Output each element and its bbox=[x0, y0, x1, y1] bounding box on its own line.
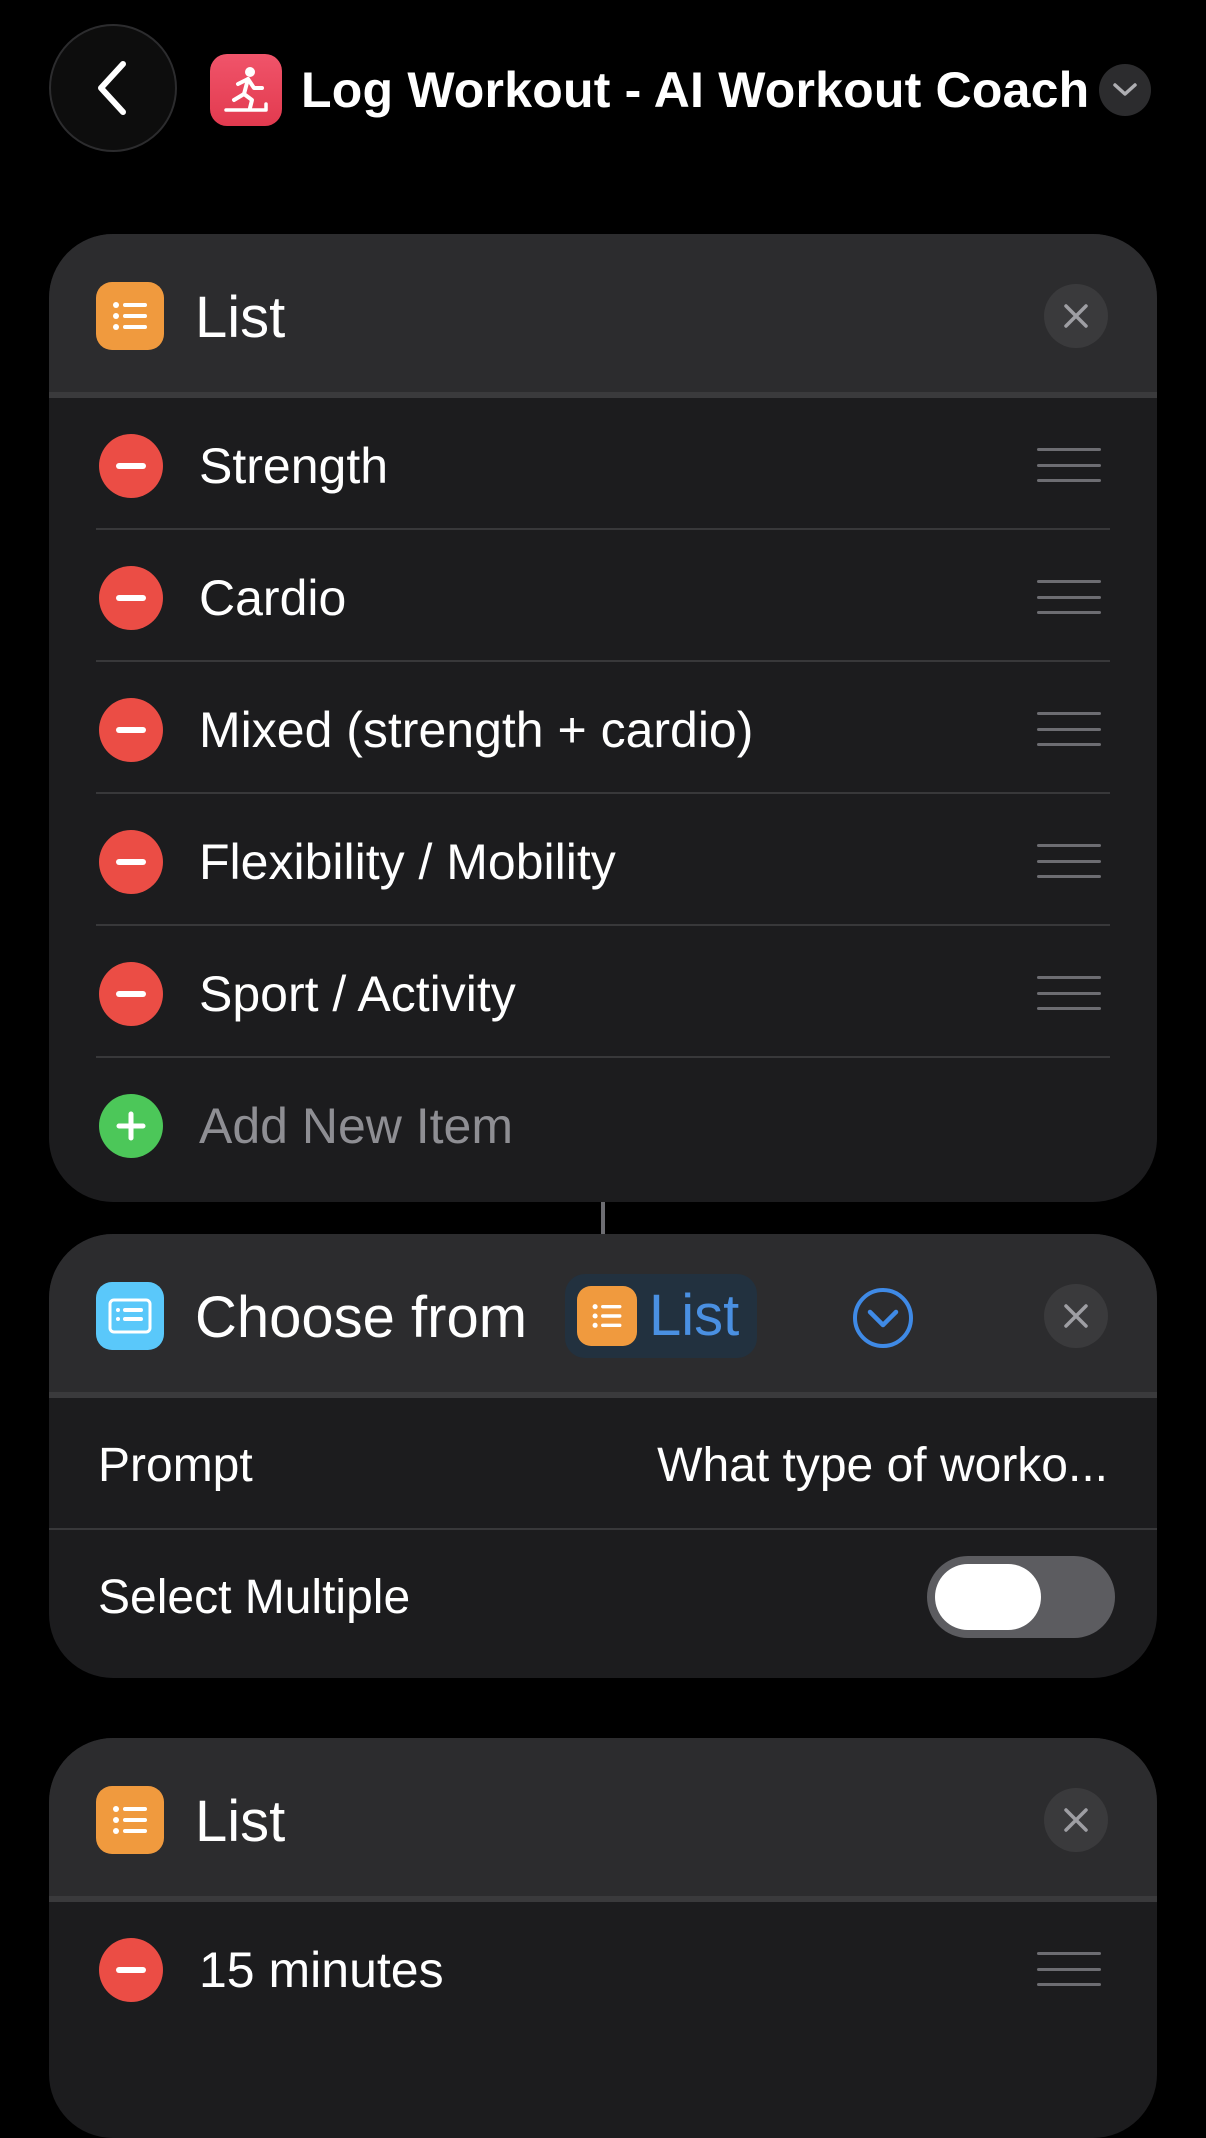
plus-icon bbox=[116, 1111, 146, 1141]
drag-handle-icon[interactable] bbox=[1037, 448, 1101, 482]
minus-icon bbox=[116, 859, 146, 865]
close-icon bbox=[1064, 304, 1088, 328]
prompt-label: Prompt bbox=[98, 1439, 253, 1492]
add-item-button[interactable] bbox=[99, 1094, 163, 1158]
list-variable-token[interactable]: List bbox=[565, 1274, 758, 1358]
list-icon bbox=[96, 282, 164, 350]
chevron-down-icon bbox=[1113, 83, 1137, 96]
list-action-card: List Strength Cardio Mixed (strength + c… bbox=[49, 234, 1157, 1202]
remove-item-button[interactable] bbox=[99, 698, 163, 762]
list-item: Sport / Activity bbox=[49, 926, 1157, 1058]
list-action-title: List bbox=[195, 1789, 286, 1854]
minus-icon bbox=[116, 1967, 146, 1973]
list-item: Cardio bbox=[49, 530, 1157, 662]
list-action-header: List bbox=[49, 234, 1157, 398]
close-icon bbox=[1064, 1808, 1088, 1832]
prompt-row[interactable]: Prompt What type of worko... bbox=[49, 1398, 1157, 1530]
choose-from-title: Choose from bbox=[195, 1285, 528, 1350]
remove-item-button[interactable] bbox=[99, 434, 163, 498]
minus-icon bbox=[116, 463, 146, 469]
drag-handle-icon[interactable] bbox=[1037, 976, 1101, 1010]
action-connector bbox=[601, 1202, 605, 1234]
title-menu-button[interactable] bbox=[1099, 64, 1151, 116]
list-item-label[interactable]: Cardio bbox=[199, 568, 346, 628]
list-item: Strength bbox=[49, 398, 1157, 530]
close-icon bbox=[1064, 1304, 1088, 1328]
list-item-label[interactable]: Flexibility / Mobility bbox=[199, 832, 616, 892]
list-item-label[interactable]: Strength bbox=[199, 436, 388, 496]
add-new-item-label[interactable]: Add New Item bbox=[199, 1096, 513, 1156]
select-multiple-toggle[interactable] bbox=[927, 1556, 1115, 1638]
remove-item-button[interactable] bbox=[99, 830, 163, 894]
prompt-value[interactable]: What type of worko... bbox=[657, 1436, 1108, 1496]
list-icon bbox=[577, 1286, 637, 1346]
list-action-header: List bbox=[49, 1738, 1157, 1902]
list-item: Mixed (strength + cardio) bbox=[49, 662, 1157, 794]
drag-handle-icon[interactable] bbox=[1037, 580, 1101, 614]
chevron-left-icon bbox=[98, 61, 126, 115]
list-item: Flexibility / Mobility bbox=[49, 794, 1157, 926]
choose-from-header: Choose from List bbox=[49, 1234, 1157, 1398]
drag-handle-icon[interactable] bbox=[1037, 844, 1101, 878]
chevron-down-circle-icon bbox=[853, 1288, 913, 1348]
choose-from-list-card: Choose from List Prompt What type of wor… bbox=[49, 1234, 1157, 1678]
choose-from-list-icon bbox=[96, 1282, 164, 1350]
shortcut-title: Log Workout - AI Workout Coach bbox=[301, 62, 1090, 118]
remove-action-button[interactable] bbox=[1044, 1788, 1108, 1852]
list-action-card-2: List 15 minutes bbox=[49, 1738, 1157, 2138]
list-item-label[interactable]: 15 minutes bbox=[199, 1940, 444, 2000]
list-item: 15 minutes bbox=[49, 1902, 1157, 2034]
minus-icon bbox=[116, 727, 146, 733]
toggle-knob bbox=[935, 1564, 1041, 1630]
minus-icon bbox=[116, 595, 146, 601]
list-action-title: List bbox=[195, 285, 286, 350]
treadmill-runner-icon bbox=[210, 54, 282, 126]
expand-options-button[interactable] bbox=[852, 1287, 914, 1354]
select-multiple-label: Select Multiple bbox=[98, 1571, 411, 1624]
list-item-label[interactable]: Mixed (strength + cardio) bbox=[199, 700, 753, 760]
remove-item-button[interactable] bbox=[99, 566, 163, 630]
list-icon bbox=[96, 1786, 164, 1854]
select-multiple-row: Select Multiple bbox=[49, 1530, 1157, 1662]
drag-handle-icon[interactable] bbox=[1037, 1952, 1101, 1986]
remove-action-button[interactable] bbox=[1044, 1284, 1108, 1348]
add-item-row[interactable]: Add New Item bbox=[49, 1058, 1157, 1190]
drag-handle-icon[interactable] bbox=[1037, 712, 1101, 746]
minus-icon bbox=[116, 991, 146, 997]
remove-item-button[interactable] bbox=[99, 1938, 163, 2002]
list-variable-label: List bbox=[649, 1283, 740, 1348]
remove-item-button[interactable] bbox=[99, 962, 163, 1026]
remove-action-button[interactable] bbox=[1044, 284, 1108, 348]
list-item-label[interactable]: Sport / Activity bbox=[199, 964, 516, 1024]
back-button[interactable] bbox=[49, 24, 177, 152]
